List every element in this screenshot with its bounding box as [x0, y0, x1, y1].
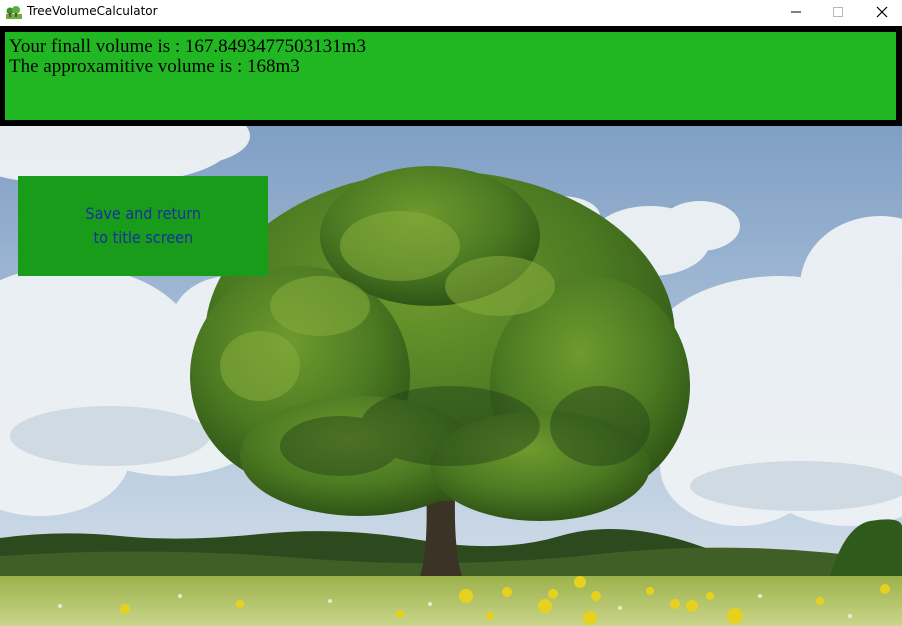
- close-icon: [876, 6, 888, 18]
- result-box: Your finall volume is : 167.849347750313…: [5, 32, 896, 120]
- final-volume-text: Your finall volume is : 167.849347750313…: [9, 36, 366, 57]
- return-button-label-line2: to title screen: [93, 228, 193, 247]
- return-button-label-line1: Save and return: [85, 204, 201, 223]
- app-tree-icon: [6, 6, 22, 19]
- result-panel: Your finall volume is : 167.849347750313…: [0, 26, 902, 126]
- approximate-volume-text: The approxamitive volume is : 168m3: [9, 56, 300, 77]
- minimize-icon: [791, 11, 801, 13]
- minimize-button[interactable]: [774, 0, 818, 24]
- save-and-return-button[interactable]: Save and return to title screen: [18, 176, 268, 276]
- maximize-icon: [833, 7, 843, 17]
- close-button[interactable]: [860, 0, 902, 24]
- window-title: TreeVolumeCalculator: [27, 4, 158, 18]
- title-bar: TreeVolumeCalculator: [0, 0, 902, 24]
- maximize-button[interactable]: [816, 0, 860, 24]
